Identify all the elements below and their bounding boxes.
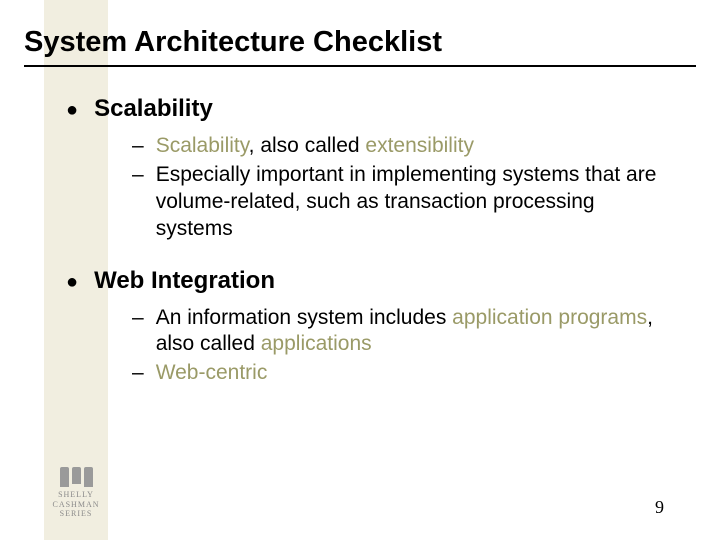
sub-text: An information system includes applicati…	[156, 305, 666, 359]
keyword: extensibility	[365, 134, 474, 157]
sub-text: Web-centric	[156, 360, 666, 387]
logo-line: CASHMAN	[44, 500, 108, 509]
bullet-marker: ●	[66, 100, 78, 120]
slide-content: System Architecture Checklist ● Scalabil…	[0, 0, 720, 387]
keyword: Web-centric	[156, 361, 268, 384]
dash-marker: –	[132, 133, 144, 160]
bullet-item: ● Scalability	[66, 95, 696, 123]
sub-text: Scalability, also called extensibility	[156, 133, 666, 160]
sub-item: – Web-centric	[132, 360, 666, 387]
bullet-heading: Scalability	[94, 95, 213, 123]
keyword: Scalability	[156, 134, 249, 157]
slide-title: System Architecture Checklist	[24, 26, 696, 67]
sub-list: – Scalability, also called extensibility…	[132, 133, 666, 243]
bullet-marker: ●	[66, 272, 78, 292]
logo-bars-icon	[44, 467, 108, 487]
logo-line: SHELLY	[44, 490, 108, 499]
bullet-heading: Web Integration	[94, 267, 275, 295]
logo-line: SERIES	[44, 509, 108, 518]
bullet-item: ● Web Integration	[66, 267, 696, 295]
dash-marker: –	[132, 360, 144, 387]
dash-marker: –	[132, 162, 144, 189]
dash-marker: –	[132, 305, 144, 332]
sub-list: – An information system includes applica…	[132, 305, 666, 388]
sub-text: Especially important in implementing sys…	[156, 162, 666, 243]
sub-item: – An information system includes applica…	[132, 305, 666, 359]
keyword: application programs	[452, 306, 647, 329]
page-number: 9	[655, 497, 664, 518]
sub-item: – Especially important in implementing s…	[132, 162, 666, 243]
series-logo: SHELLY CASHMAN SERIES	[44, 467, 108, 518]
sub-item: – Scalability, also called extensibility	[132, 133, 666, 160]
keyword: applications	[261, 332, 372, 355]
